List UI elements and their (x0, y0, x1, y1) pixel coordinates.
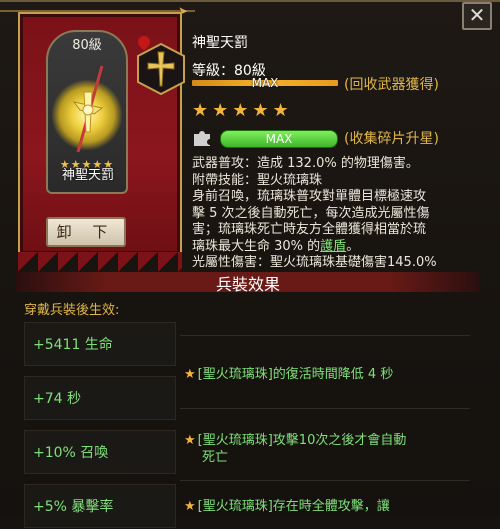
shield-link[interactable]: 護盾 (320, 239, 346, 254)
fragment-hint: (收集碎片升星) (344, 131, 439, 147)
effect-text: [聖火琉璃珠]攻擊10次之後才會自動 (197, 433, 407, 448)
recycle-hint: (回收武器獲得) (344, 77, 439, 93)
effect-text: [聖火琉璃珠]存在時全體攻擊，讓 (197, 499, 390, 514)
divider (180, 480, 470, 481)
effect-text: 死亡 (202, 450, 229, 465)
weapon-star-rating: ★★★★★ (192, 100, 293, 121)
weapon-description: 武器普攻：造成 132.0% 的物理傷害。 附帶技能：聖火琉璃珠 身前召喚，琉璃… (192, 156, 472, 272)
desc-line: 身前召喚，琉璃珠普攻對單體目標極速攻 (192, 189, 427, 204)
bonus-stat: +5411 生命 (24, 322, 176, 366)
desc-line: 光屬性傷害：聖火琉璃珠基礎傷害145.0% (192, 255, 437, 270)
effect-item: ★ [聖火琉璃珠]的復活時間降低 4 秒 (184, 366, 474, 383)
section-header: 兵裝效果 (16, 272, 480, 294)
desc-line: 擊 5 次之後自動死亡，每次造成光屬性傷 (192, 205, 430, 221)
card-level-badge: 80級 (72, 38, 102, 53)
desc-text: 璃珠最大生命 30% 的 (192, 238, 321, 254)
desc-line-shield: 璃珠最大生命 30% 的護盾。 (192, 239, 472, 256)
desc-line: 武器普攻：造成 132.0% 的物理傷害。 (192, 156, 419, 171)
holy-sword-icon (72, 65, 104, 153)
divider (180, 335, 470, 336)
close-button[interactable]: ✕ (462, 2, 492, 30)
weapon-title: 神聖天罰 (192, 35, 248, 51)
divider (180, 408, 470, 409)
unequip-button[interactable]: 卸 下 (46, 217, 126, 247)
star-icon: ★ (184, 367, 196, 382)
level-max-label: MAX (251, 76, 279, 90)
puzzle-piece-icon (194, 131, 210, 146)
desc-line: 害；琉璃珠死亡時友方全體獲得相當於琉 (192, 222, 427, 237)
weapon-banner: 80級 ★★★★★ 神聖天罰 卸 下 (18, 12, 185, 272)
weapon-detail-panel: ➤ ✕ 80級 ★★★★★ 神聖天罰 卸 下 神聖天罰 等級：80級 MAX (… (0, 0, 500, 528)
section-title: 兵裝效果 (215, 275, 280, 294)
star-icon: ★ (184, 433, 196, 448)
bonus-stat: +74 秒 (24, 376, 176, 420)
card-weapon-name: 神聖天罰 (61, 168, 114, 183)
desc-line: 附帶技能：聖火琉璃珠 (192, 172, 323, 188)
section-subtitle: 穿戴兵裝後生效: (24, 303, 120, 318)
effect-item: ★ [聖火琉璃珠]攻擊10次之後才會自動 死亡 (184, 432, 474, 466)
fragment-progress-bar: MAX (220, 130, 338, 148)
effect-item: ★ [聖火琉璃珠]存在時全體攻擊，讓 (184, 498, 474, 515)
effect-text: [聖火琉璃珠]的復活時間降低 4 秒 (197, 367, 394, 382)
bonus-stat: +5% 暴擊率 (24, 484, 176, 528)
star-icon: ★ (184, 499, 196, 514)
bonus-stat: +10% 召喚 (24, 430, 176, 474)
desc-text: 。 (346, 238, 360, 254)
cross-emblem-icon (137, 42, 185, 96)
